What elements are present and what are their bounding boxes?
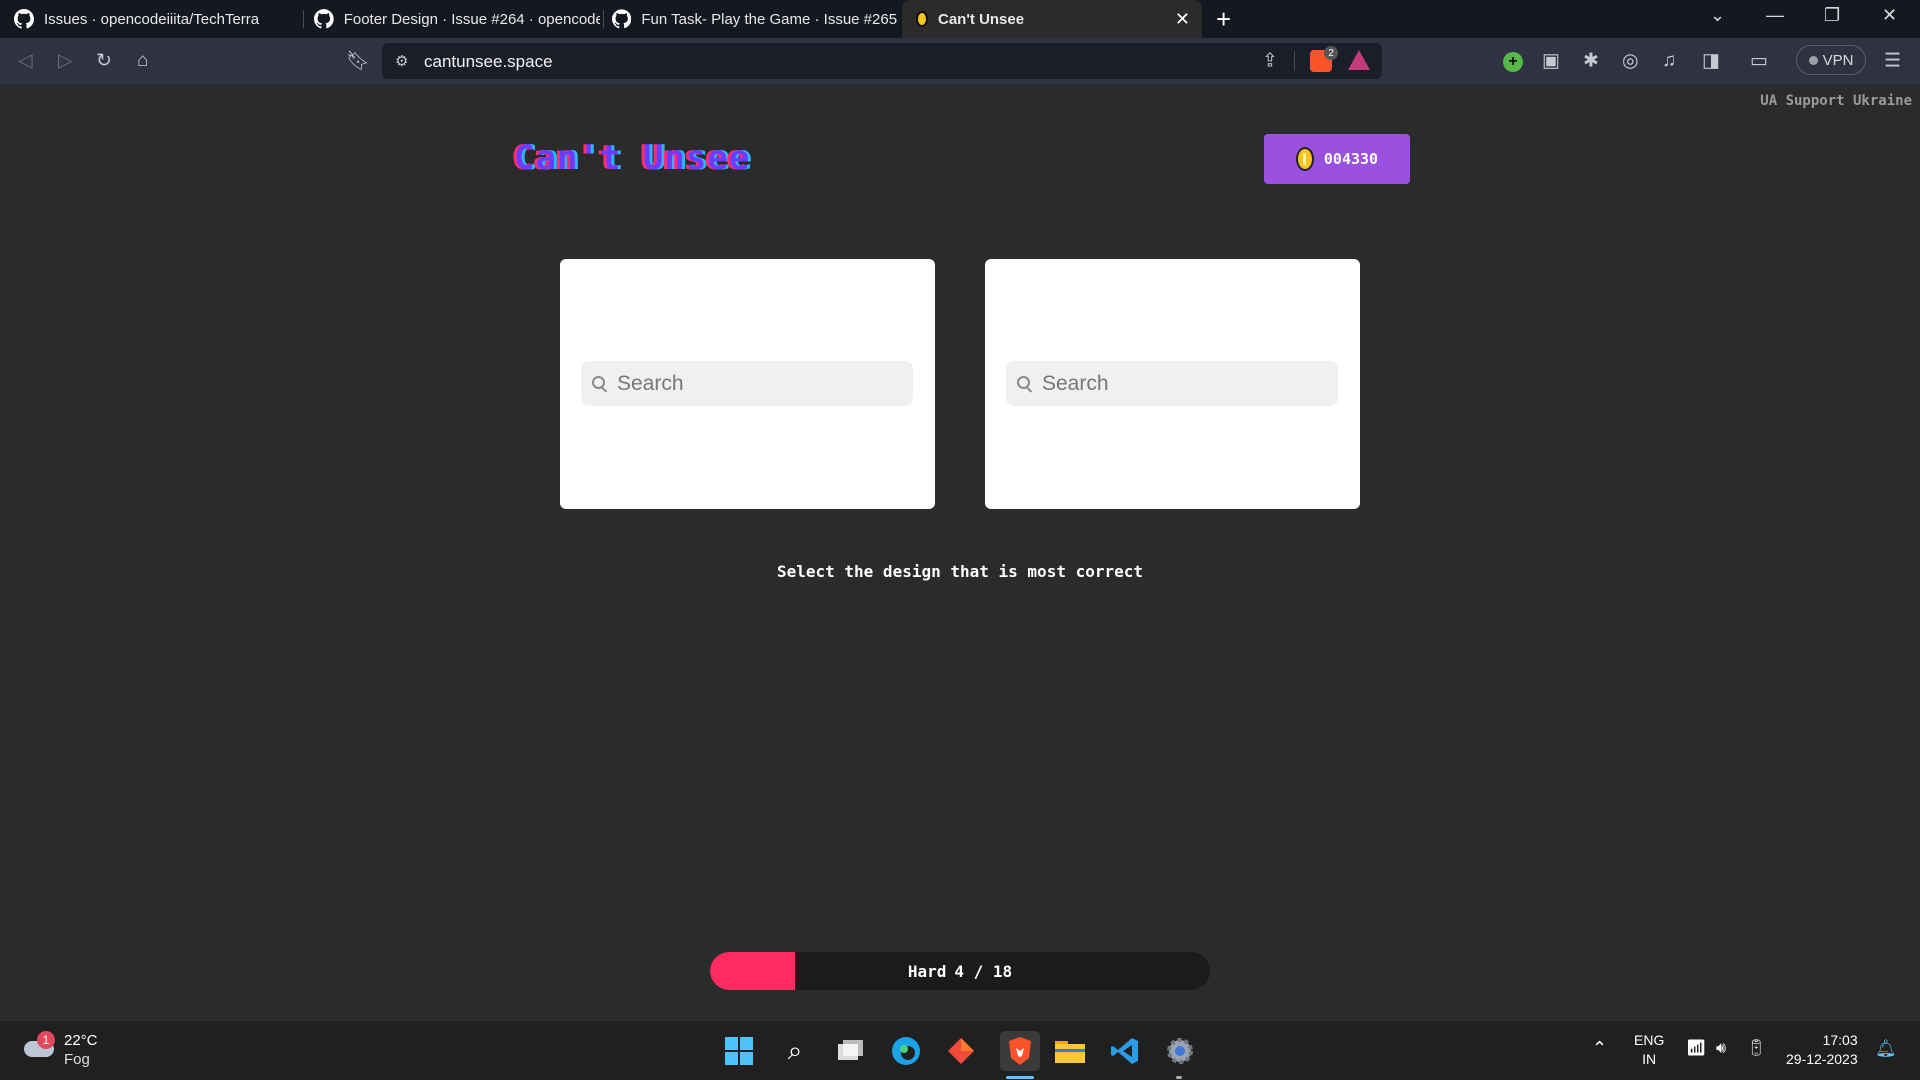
extension-window-icon[interactable]: ▣ (1542, 50, 1560, 73)
share-icon[interactable]: ⇪ (1262, 50, 1278, 73)
edge-browser-icon[interactable] (890, 1035, 922, 1067)
github-icon (314, 9, 334, 29)
fog-weather-icon: 1 (22, 1031, 56, 1065)
active-app-indicator (1006, 1076, 1034, 1079)
wallet-icon[interactable]: ▭ (1750, 50, 1768, 73)
weather-desc: Fog (64, 1051, 90, 1068)
url-text[interactable]: cantunsee.space (424, 52, 553, 72)
media-music-icon[interactable]: ♫ (1662, 50, 1676, 72)
search-box[interactable] (581, 361, 913, 406)
github-icon (14, 9, 34, 29)
battery-charging-icon[interactable]: 🔋︎ (1746, 1039, 1766, 1058)
design-option-right[interactable] (985, 259, 1360, 509)
extension-plus-icon[interactable]: + (1503, 52, 1523, 72)
volume-icon[interactable]: 🔊︎ (1716, 1039, 1726, 1058)
level-count: 4 / 18 (954, 961, 1013, 981)
tab-bar: Issues · opencodeiiita/TechTerra Footer … (0, 0, 1920, 38)
vpn-status-icon (1808, 55, 1818, 65)
site-settings-icon[interactable]: ⚙ (395, 52, 408, 70)
search-icon (1017, 375, 1033, 392)
time: 17:03 (1822, 1032, 1858, 1048)
windows-start-icon[interactable] (723, 1035, 755, 1067)
search-icon (592, 375, 608, 392)
file-explorer-icon[interactable] (1054, 1035, 1086, 1067)
speedreader-icon[interactable]: ◎ (1622, 50, 1639, 73)
progress-label: Hard 4 / 18 (710, 952, 1210, 990)
language-code: ENG (1634, 1032, 1665, 1048)
forward-icon[interactable]: ▷ (58, 50, 73, 73)
vpn-label: VPN (1822, 51, 1854, 69)
reload-icon[interactable]: ↻ (96, 50, 112, 73)
sidebar-icon[interactable]: ◨ (1702, 50, 1720, 73)
home-icon[interactable]: ⌂ (137, 50, 148, 72)
game-page: UA Support Ukraine Can't Unsee 004330 Se… (0, 84, 1920, 1020)
search-input[interactable] (617, 371, 897, 396)
settings-gear-icon[interactable] (1164, 1035, 1196, 1067)
close-tab-icon[interactable]: ✕ (1175, 9, 1190, 30)
level-progress-bar: Hard 4 / 18 (710, 952, 1210, 990)
bookmark-icon[interactable]: 🔖︎ (346, 49, 370, 73)
region-code: IN (1642, 1051, 1657, 1067)
coin-icon (1295, 147, 1314, 171)
divider (1294, 51, 1295, 71)
date: 29-12-2023 (1786, 1051, 1858, 1067)
tab-cant-unsee[interactable]: Can't Unsee ✕ (902, 0, 1202, 38)
tab-list-chevron-icon[interactable]: ⌄ (1710, 5, 1725, 26)
search-box[interactable] (1006, 361, 1338, 406)
browser-toolbar: ◁ ▷ ↻ ⌂ 🔖︎ ⚙ cantunsee.space ⇪ 2 + ▣ ✱ ◎… (0, 38, 1920, 84)
show-hidden-icons-chevron-icon[interactable]: ⌃ (1592, 1039, 1607, 1058)
address-bar[interactable]: ⚙ cantunsee.space ⇪ 2 (382, 43, 1382, 79)
coin-counter: 004330 (1264, 134, 1410, 184)
github-icon (612, 9, 632, 29)
clock[interactable]: 17:03 29-12-2023 (1786, 1031, 1858, 1069)
coin-count: 004330 (1323, 150, 1379, 168)
running-app-indicator (1176, 1076, 1182, 1079)
windows-taskbar: 1 22°C Fog ⌕ ⌃ ENG IN 📶︎ 🔊︎ 🔋︎ 17:03 29-… (0, 1020, 1920, 1080)
design-option-left[interactable] (560, 259, 935, 509)
extensions-puzzle-icon[interactable]: ✱ (1583, 50, 1599, 73)
tab-title: Footer Design · Issue #264 · opencode (343, 10, 600, 28)
tab-footer-design[interactable]: Footer Design · Issue #264 · opencode (300, 0, 600, 38)
notification-badge: 1 (37, 1031, 55, 1049)
language-indicator[interactable]: ENG IN (1634, 1031, 1664, 1069)
tab-title: Can't Unsee (938, 10, 1025, 28)
tab-issues[interactable]: Issues · opencodeiiita/TechTerra (0, 0, 300, 38)
tab-title: Fun Task- Play the Game · Issue #265 · (641, 10, 898, 28)
figma-like-app-icon[interactable] (945, 1035, 977, 1067)
back-icon[interactable]: ◁ (18, 50, 33, 73)
coin-icon (916, 11, 928, 27)
brave-rewards-icon[interactable] (1348, 50, 1370, 70)
site-logo[interactable]: Can't Unsee (514, 138, 750, 178)
restore-button[interactable]: ❐ (1824, 5, 1840, 26)
task-view-icon[interactable] (834, 1035, 866, 1067)
tab-title: Issues · opencodeiiita/TechTerra (44, 10, 260, 28)
shields-count-badge: 2 (1324, 46, 1338, 60)
menu-icon[interactable]: ☰ (1884, 50, 1901, 73)
minimize-button[interactable]: — (1766, 5, 1784, 26)
new-tab-button[interactable]: + (1216, 4, 1231, 35)
notification-bell-icon[interactable]: 🔔︎ (1875, 1039, 1897, 1058)
vscode-icon[interactable] (1109, 1035, 1141, 1067)
close-window-button[interactable]: ✕ (1882, 5, 1897, 26)
weather-temp: 22°C (64, 1032, 98, 1049)
tab-fun-task[interactable]: Fun Task- Play the Game · Issue #265 · (598, 0, 898, 38)
search-icon[interactable]: ⌕ (779, 1035, 811, 1067)
vpn-button[interactable]: VPN (1796, 45, 1866, 75)
search-input[interactable] (1042, 371, 1322, 396)
weather-widget[interactable]: 1 22°C Fog (22, 1031, 98, 1069)
difficulty-label: Hard (907, 961, 947, 981)
wifi-icon[interactable]: 📶︎ (1686, 1039, 1706, 1058)
instruction-text: Select the design that is most correct (776, 562, 1144, 581)
brave-browser-icon[interactable] (1000, 1031, 1040, 1071)
support-ukraine-link[interactable]: UA Support Ukraine (1760, 93, 1912, 109)
